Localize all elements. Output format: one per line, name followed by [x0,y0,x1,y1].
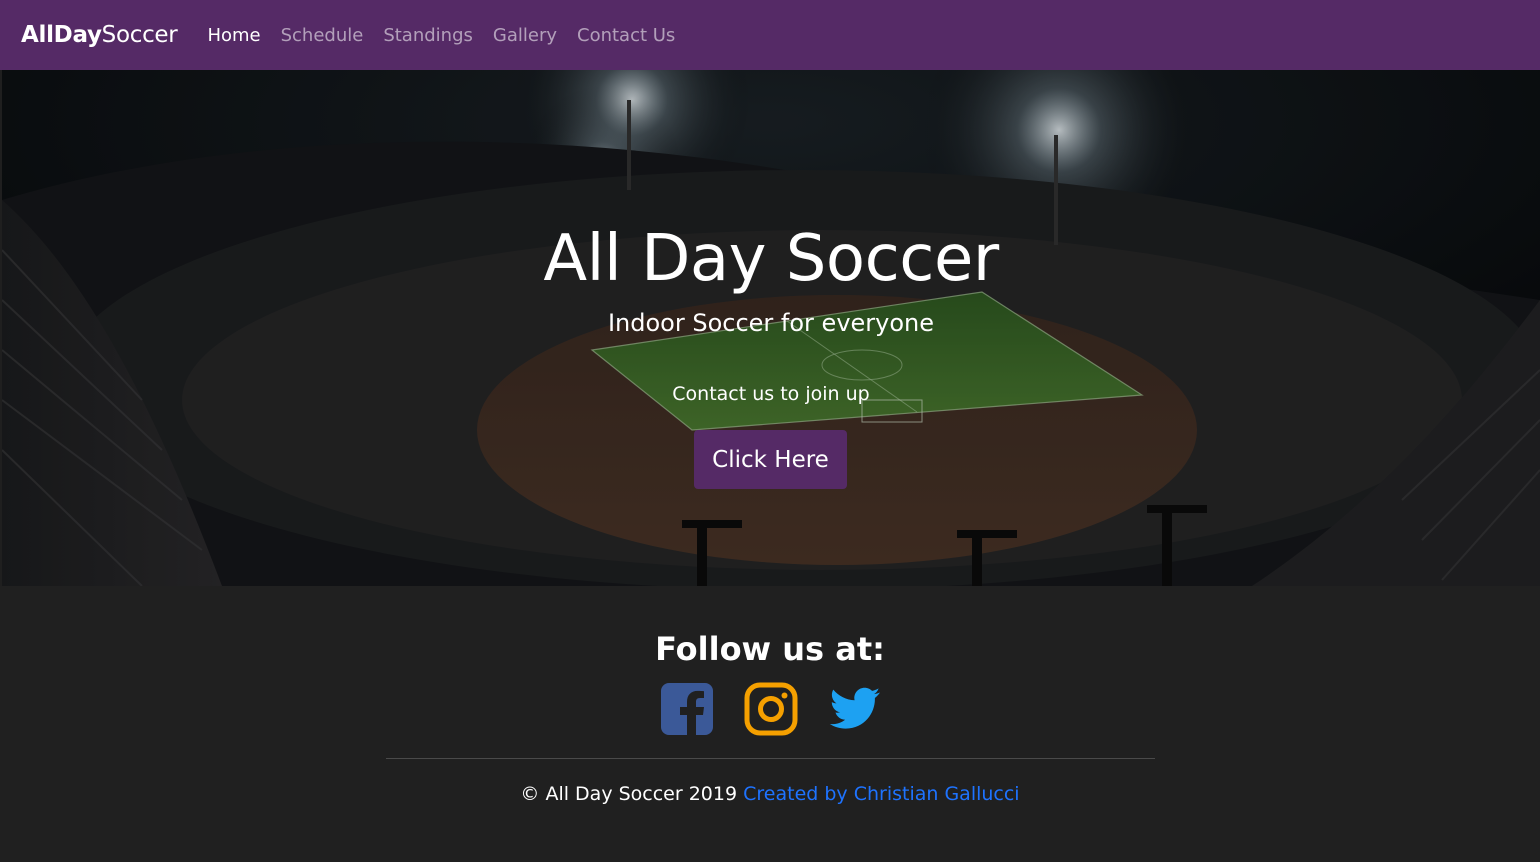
click-here-button[interactable]: Click Here [694,430,847,489]
copyright-line: © All Day Soccer 2019 Created by Christi… [0,783,1540,805]
facebook-icon[interactable] [660,682,714,736]
copyright-text: © All Day Soccer 2019 [520,783,738,805]
hero-content: All Day Soccer Indoor Soccer for everyon… [2,70,1540,586]
follow-title: Follow us at: [655,630,885,668]
brand-light-text: Soccer [101,22,178,48]
nav-links: Home Schedule Standings Gallery Contact … [207,25,695,46]
nav-link-standings[interactable]: Standings [383,25,473,46]
hero-subtitle: Indoor Soccer for everyone [607,309,935,337]
social-links [660,682,882,736]
hero-title: All Day Soccer [543,222,999,296]
brand-bold-text: AllDay [21,22,102,48]
footer: Follow us at: © All Day Soccer 2019 Crea… [0,586,1540,862]
brand-logo[interactable]: AllDaySoccer [21,22,178,48]
top-navbar: AllDaySoccer Home Schedule Standings Gal… [0,0,1540,70]
footer-divider [386,758,1155,759]
twitter-icon[interactable] [828,682,882,736]
nav-link-contact-us[interactable]: Contact Us [577,25,675,46]
credit-link[interactable]: Created by Christian Gallucci [743,783,1019,805]
page: AllDaySoccer Home Schedule Standings Gal… [0,0,1540,862]
nav-link-home[interactable]: Home [207,25,260,46]
instagram-icon[interactable] [744,682,798,736]
nav-link-gallery[interactable]: Gallery [493,25,557,46]
hero-section: All Day Soccer Indoor Soccer for everyon… [2,70,1540,586]
hero-cta-text: Contact us to join up [672,383,870,405]
nav-link-schedule[interactable]: Schedule [281,25,364,46]
